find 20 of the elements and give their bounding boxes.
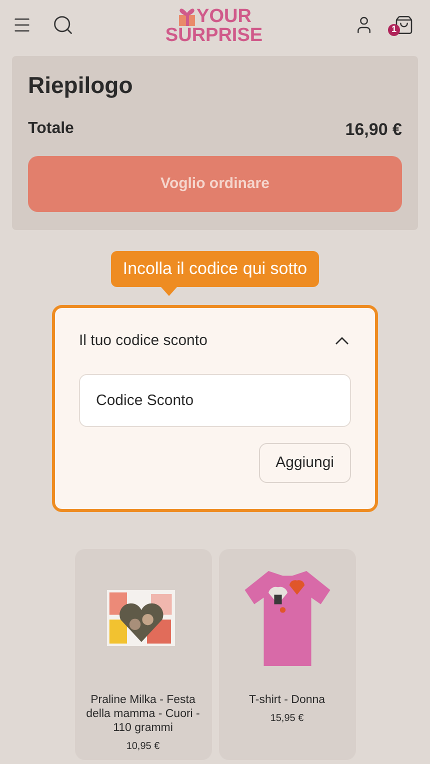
chevron-up-icon [335, 336, 349, 345]
add-button[interactable]: Aggiungi [258, 443, 351, 483]
search-icon[interactable] [52, 14, 74, 36]
shopping-bag-icon[interactable] [394, 15, 414, 35]
gift-icon [176, 6, 197, 26]
product-name: T-shirt - Donna [248, 693, 326, 707]
logo-text: SURPRISE [165, 26, 263, 44]
summary-title: Riepilogo [28, 71, 134, 100]
product-price: 15,95 € [270, 712, 304, 726]
total-label: Totale [28, 118, 74, 138]
product-card[interactable]: Praline Milka - Festa della mamma - Cuori - 110 grammi 10,95 € [74, 549, 212, 760]
tooltip-arrow [160, 286, 177, 296]
product-name: Praline Milka - Festa della mamma - Cuori - 110 grammi [85, 693, 201, 735]
product-price: 10,95 € [126, 740, 160, 754]
total-value: 16,90 € [345, 118, 402, 140]
coupon-code-field[interactable]: Codice Sconto [79, 374, 351, 427]
product-card[interactable]: T-shirt - Donna 15,95 € [218, 549, 356, 760]
cart-count-badge: 1 [388, 24, 400, 36]
coupon-header[interactable]: Il tuo codice sconto [79, 330, 351, 352]
logo-text: YOUR [196, 6, 252, 26]
